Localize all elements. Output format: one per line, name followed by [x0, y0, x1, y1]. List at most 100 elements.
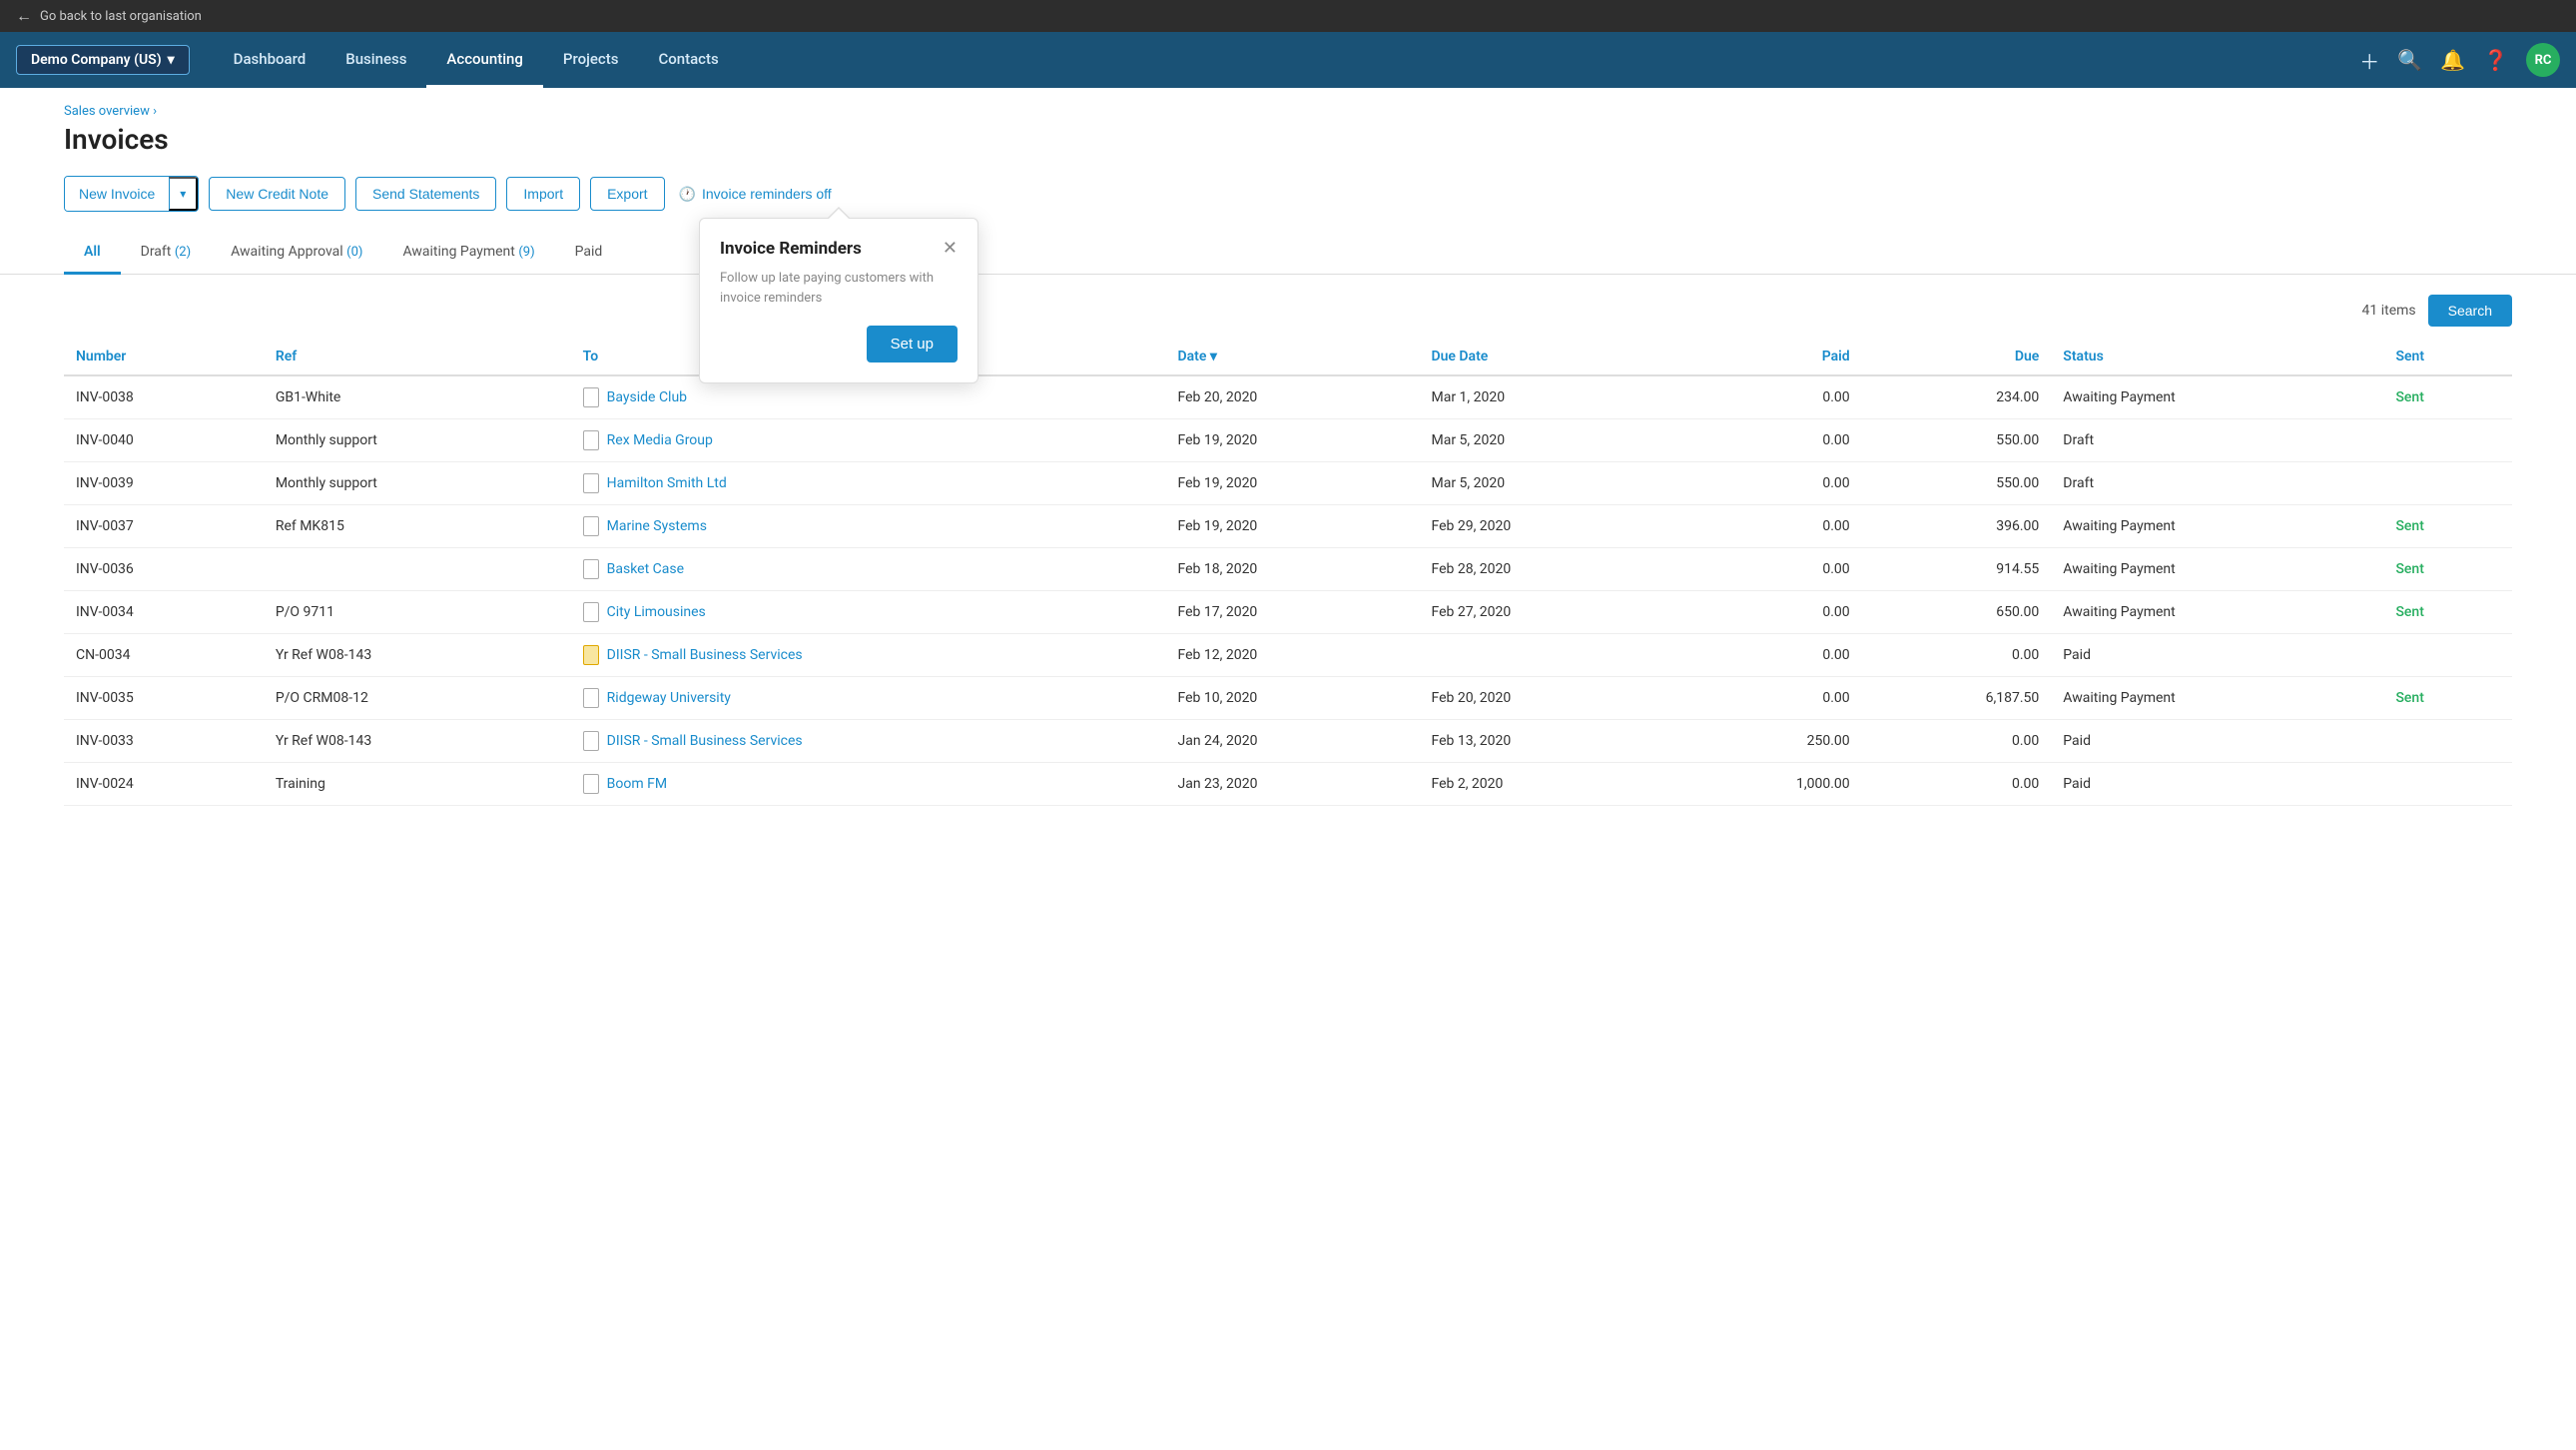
- main-nav: Demo Company (US) ▾ Dashboard Business A…: [0, 32, 2576, 88]
- new-credit-note-button[interactable]: New Credit Note: [209, 177, 345, 211]
- col-sent[interactable]: Sent: [2383, 339, 2512, 375]
- nav-projects[interactable]: Projects: [543, 32, 639, 88]
- table-row[interactable]: INV-0034 P/O 9711 City Limousines Feb 17…: [64, 591, 2512, 634]
- help-icon[interactable]: ❓: [2483, 48, 2508, 72]
- breadcrumb[interactable]: Sales overview ›: [64, 104, 2512, 119]
- tabs: All Draft (2) Awaiting Approval (0) Awai…: [0, 232, 2576, 275]
- cell-ref: P/O 9711: [264, 591, 571, 634]
- notifications-icon[interactable]: 🔔: [2440, 48, 2465, 72]
- table-row[interactable]: INV-0033 Yr Ref W08-143 DIISR - Small Bu…: [64, 720, 2512, 763]
- col-due-date[interactable]: Due Date: [1419, 339, 1672, 375]
- cell-date: Feb 12, 2020: [1166, 634, 1420, 677]
- tab-paid[interactable]: Paid: [555, 232, 623, 275]
- search-button[interactable]: Search: [2428, 295, 2512, 327]
- invoice-icon: [583, 387, 599, 407]
- to-name[interactable]: Basket Case: [607, 561, 684, 577]
- cell-status: Awaiting Payment: [2051, 677, 2383, 720]
- nav-dashboard[interactable]: Dashboard: [214, 32, 326, 88]
- cell-to[interactable]: Hamilton Smith Ltd: [571, 462, 1166, 505]
- content: Sales overview › Invoices New Invoice ▾ …: [0, 88, 2576, 1450]
- nav-contacts[interactable]: Contacts: [638, 32, 738, 88]
- new-invoice-split-button[interactable]: New Invoice ▾: [64, 176, 199, 212]
- cell-to[interactable]: City Limousines: [571, 591, 1166, 634]
- send-statements-button[interactable]: Send Statements: [355, 177, 496, 211]
- to-name[interactable]: Ridgeway University: [607, 690, 731, 706]
- cell-to[interactable]: Marine Systems: [571, 505, 1166, 548]
- popover-description: Follow up late paying customers with inv…: [720, 269, 958, 308]
- import-button[interactable]: Import: [506, 177, 580, 211]
- invoice-icon: [583, 774, 599, 794]
- setup-button[interactable]: Set up: [867, 326, 958, 362]
- invoice-icon: [583, 602, 599, 622]
- cell-status: Paid: [2051, 720, 2383, 763]
- table-row[interactable]: INV-0024 Training Boom FM Jan 23, 2020 F…: [64, 763, 2512, 806]
- invoice-reminders-button[interactable]: 🕐 Invoice reminders off: [675, 178, 836, 211]
- cell-to[interactable]: DIISR - Small Business Services: [571, 720, 1166, 763]
- table-row[interactable]: INV-0038 GB1-White Bayside Club Feb 20, …: [64, 375, 2512, 419]
- nav-business[interactable]: Business: [325, 32, 426, 88]
- search-icon[interactable]: 🔍: [2397, 48, 2422, 72]
- cell-number: INV-0035: [64, 677, 264, 720]
- new-invoice-dropdown-arrow[interactable]: ▾: [169, 177, 198, 211]
- tab-all[interactable]: All: [64, 232, 121, 275]
- top-bar: ← Go back to last organisation: [0, 0, 2576, 32]
- table-row[interactable]: CN-0034 Yr Ref W08-143 DIISR - Small Bus…: [64, 634, 2512, 677]
- cell-due-date: Mar 5, 2020: [1419, 462, 1672, 505]
- col-number[interactable]: Number: [64, 339, 264, 375]
- cell-number: INV-0039: [64, 462, 264, 505]
- table-row[interactable]: INV-0040 Monthly support Rex Media Group…: [64, 419, 2512, 462]
- to-name[interactable]: City Limousines: [607, 604, 706, 620]
- cell-to[interactable]: Boom FM: [571, 763, 1166, 806]
- to-name[interactable]: Hamilton Smith Ltd: [607, 475, 727, 491]
- cell-number: INV-0024: [64, 763, 264, 806]
- cell-to[interactable]: Ridgeway University: [571, 677, 1166, 720]
- to-name[interactable]: Boom FM: [607, 776, 667, 792]
- toolbar: New Invoice ▾ New Credit Note Send State…: [0, 156, 2576, 232]
- cell-to[interactable]: Rex Media Group: [571, 419, 1166, 462]
- credit-note-icon: [583, 645, 599, 665]
- popover-close-button[interactable]: ✕: [943, 240, 958, 258]
- to-name[interactable]: DIISR - Small Business Services: [607, 733, 803, 749]
- table-row[interactable]: INV-0037 Ref MK815 Marine Systems Feb 19…: [64, 505, 2512, 548]
- table-area: 41 items Search Number Ref To Date ▾ Due…: [0, 295, 2576, 806]
- table-row[interactable]: INV-0035 P/O CRM08-12 Ridgeway Universit…: [64, 677, 2512, 720]
- cell-number: INV-0040: [64, 419, 264, 462]
- to-name[interactable]: Bayside Club: [607, 389, 687, 405]
- to-name[interactable]: DIISR - Small Business Services: [607, 647, 803, 663]
- cell-sent: [2383, 419, 2512, 462]
- tab-draft[interactable]: Draft (2): [121, 232, 212, 275]
- cell-sent: Sent: [2383, 591, 2512, 634]
- new-invoice-button[interactable]: New Invoice: [65, 177, 169, 211]
- col-date[interactable]: Date ▾: [1166, 339, 1420, 375]
- cell-sent: [2383, 763, 2512, 806]
- cell-status: Paid: [2051, 763, 2383, 806]
- col-ref[interactable]: Ref: [264, 339, 571, 375]
- col-paid[interactable]: Paid: [1672, 339, 1862, 375]
- add-icon[interactable]: ＋: [2359, 46, 2379, 75]
- cell-ref: P/O CRM08-12: [264, 677, 571, 720]
- to-name[interactable]: Rex Media Group: [607, 432, 713, 448]
- export-button[interactable]: Export: [590, 177, 664, 211]
- tab-awaiting-payment[interactable]: Awaiting Payment (9): [382, 232, 554, 275]
- avatar[interactable]: RC: [2526, 43, 2560, 77]
- table-row[interactable]: INV-0036 Basket Case Feb 18, 2020 Feb 28…: [64, 548, 2512, 591]
- back-arrow-icon: ←: [16, 6, 32, 26]
- table-row[interactable]: INV-0039 Monthly support Hamilton Smith …: [64, 462, 2512, 505]
- cell-to[interactable]: DIISR - Small Business Services: [571, 634, 1166, 677]
- cell-to[interactable]: Basket Case: [571, 548, 1166, 591]
- nav-accounting[interactable]: Accounting: [426, 32, 542, 88]
- page-title: Invoices: [64, 123, 2512, 156]
- invoice-icon: [583, 559, 599, 579]
- col-due[interactable]: Due: [1862, 339, 2052, 375]
- cell-paid: 0.00: [1672, 677, 1862, 720]
- cell-due-date: Mar 5, 2020: [1419, 419, 1672, 462]
- cell-sent: Sent: [2383, 375, 2512, 419]
- back-label[interactable]: Go back to last organisation: [40, 9, 202, 24]
- to-name[interactable]: Marine Systems: [607, 518, 707, 534]
- company-switcher[interactable]: Demo Company (US) ▾: [16, 45, 190, 75]
- cell-ref: Yr Ref W08-143: [264, 634, 571, 677]
- cell-sent: [2383, 720, 2512, 763]
- tab-awaiting-approval[interactable]: Awaiting Approval (0): [211, 232, 382, 275]
- col-status[interactable]: Status: [2051, 339, 2383, 375]
- cell-date: Feb 10, 2020: [1166, 677, 1420, 720]
